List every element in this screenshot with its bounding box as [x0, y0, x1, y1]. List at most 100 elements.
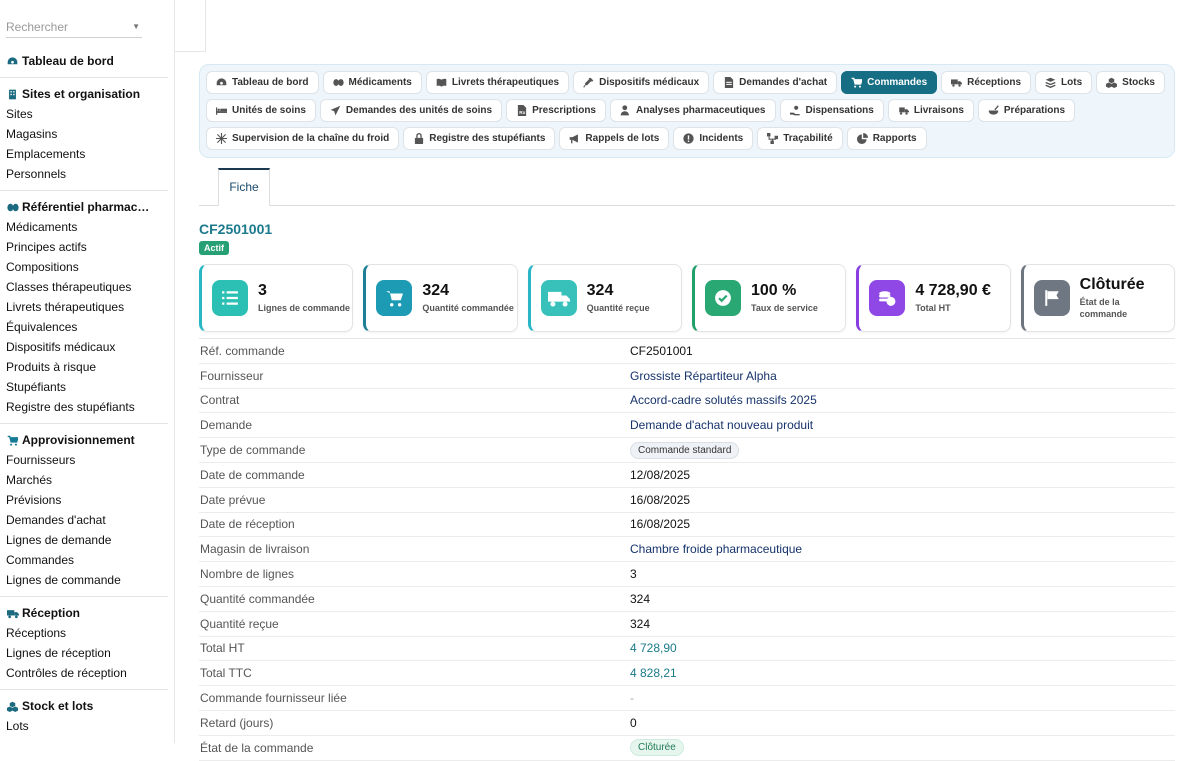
sidebar-item[interactable]: Livrets thérapeutiques	[0, 297, 174, 317]
detail-link[interactable]: Demande d'achat nouveau produit	[630, 418, 813, 432]
nav-pill[interactable]: Médicaments	[322, 71, 422, 94]
nav-pill[interactable]: Demandes d'achat	[713, 71, 838, 94]
sidebar-item[interactable]: Produits à risque	[0, 357, 174, 377]
sidebar-item[interactable]: Compositions	[0, 257, 174, 277]
nav-pill-label: Analyses pharmaceutiques	[636, 105, 766, 116]
nav-pill[interactable]: Commandes	[841, 71, 938, 94]
sidebar-item[interactable]: Médicaments	[0, 217, 174, 237]
sidebar-item[interactable]: Lignes de réception	[0, 643, 174, 663]
sidebar-item[interactable]: Lignes de commande	[0, 570, 174, 590]
sidebar-item[interactable]: Personnels	[0, 164, 174, 184]
file-icon	[723, 77, 734, 88]
sidebar-item[interactable]: Lignes de demande	[0, 530, 174, 550]
syringe-icon	[583, 77, 594, 88]
detail-label: Fournisseur	[200, 368, 264, 383]
detail-value: 324	[630, 591, 651, 606]
nav-pill[interactable]: Tableau de bord	[206, 71, 319, 94]
kpi-text: 4 728,90 € Total HT	[915, 282, 991, 314]
truck-icon	[951, 77, 963, 88]
detail-link[interactable]: Chambre froide pharmaceutique	[630, 542, 802, 556]
sidebar-item[interactable]: Magasins	[0, 124, 174, 144]
detail-value: 16/08/2025	[630, 517, 691, 532]
nav-pill-label: Demandes des unités de soins	[345, 105, 493, 116]
nav-pill[interactable]: Supervision de la chaîne du froid	[206, 127, 400, 150]
chevron-down-icon: ▼	[132, 22, 140, 31]
nav-pill[interactable]: Rapports	[846, 127, 927, 150]
megaphone-icon	[569, 133, 580, 144]
nav-pill[interactable]: Livraisons	[887, 99, 974, 122]
sidebar-divider	[0, 190, 168, 191]
sidebar-item[interactable]: Fournisseurs	[0, 450, 174, 470]
nav-pill[interactable]: Registre des stupéfiants	[403, 127, 556, 150]
cart-icon	[6, 434, 19, 447]
nav-pill[interactable]: Dispositifs médicaux	[573, 71, 710, 94]
kpi-card: 3 Lignes de commande	[199, 264, 354, 332]
sidebar-item[interactable]: Équivalences	[0, 317, 174, 337]
nav-pill[interactable]: Stocks	[1096, 71, 1165, 94]
nav-pill[interactable]: Analyses pharmaceutiques	[610, 99, 776, 122]
nav-pill[interactable]: Lots	[1035, 71, 1093, 94]
sidebar-item[interactable]: Réceptions	[0, 623, 174, 643]
sidebar-section-header[interactable]: Approvisionnement	[0, 430, 174, 450]
nav-pill-label: Livraisons	[913, 105, 964, 116]
kpi-value: Clôturée	[1079, 276, 1145, 293]
detail-label: Quantité reçue	[200, 616, 279, 631]
sidebar-item[interactable]: Demandes d'achat	[0, 510, 174, 530]
detail-row: Commande fournisseur liée -	[199, 686, 1175, 711]
sidebar-section-header[interactable]: Tableau de bord	[0, 51, 174, 71]
kpi-card: Clôturée État de la commande	[1020, 264, 1175, 332]
nav-pill[interactable]: Unités de soins	[206, 99, 316, 122]
sidebar-item[interactable]: Marchés	[0, 470, 174, 490]
sidebar-section-header[interactable]: Stock et lots	[0, 696, 174, 716]
nav-pill-label: Médicaments	[348, 77, 412, 88]
sidebar-item[interactable]: Prévisions	[0, 490, 174, 510]
kpi-text: 3 Lignes de commande	[258, 282, 350, 314]
sidebar-item[interactable]: Classes thérapeutiques	[0, 277, 174, 297]
sidebar-item[interactable]: Emplacements	[0, 144, 174, 164]
sidebar-section-header[interactable]: Réception	[0, 603, 174, 623]
search-select[interactable]: Rechercher ▼	[6, 18, 142, 38]
nav-pill[interactable]: Dispensations	[779, 99, 884, 122]
sidebar-item[interactable]: Contrôles de réception	[0, 663, 174, 683]
cart-icon	[851, 77, 863, 88]
detail-value: 324	[630, 616, 651, 631]
sidebar-section-label: Réception	[22, 606, 81, 620]
detail-label: Réf. commande	[200, 343, 285, 358]
nav-pill[interactable]: Réceptions	[941, 71, 1032, 94]
flag-icon	[1033, 280, 1070, 316]
nav-pill[interactable]: Préparations	[977, 99, 1076, 122]
detail-link[interactable]: Grossiste Répartiteur Alpha	[630, 369, 777, 383]
sidebar-item[interactable]: Dispositifs médicaux	[0, 337, 174, 357]
chart-pie-icon	[856, 133, 868, 144]
nav-pill-label: Rapports	[872, 133, 917, 144]
detail-link[interactable]: Accord-cadre solutés massifs 2025	[630, 393, 817, 407]
nav-pill[interactable]: Incidents	[673, 127, 754, 150]
sidebar-section-header[interactable]: Sites et organisation	[0, 84, 174, 104]
kpi-value: 324	[422, 282, 450, 299]
sidebar-item[interactable]: Principes actifs	[0, 237, 174, 257]
detail-row: Contrat Accord-cadre solutés massifs 2025	[199, 389, 1175, 414]
kpi-value: 324	[586, 282, 614, 299]
nav-pill[interactable]: Demandes des unités de soins	[319, 99, 503, 122]
nav-pill-label: Supervision de la chaîne du froid	[232, 133, 390, 144]
truck-fast-icon	[898, 105, 909, 116]
nav-pill[interactable]: Rappels de lots	[559, 127, 670, 150]
sidebar: Rechercher ▼ Tableau de bord Sites et org…	[0, 0, 175, 743]
nav-pill[interactable]: Livrets thérapeutiques	[425, 71, 570, 94]
sidebar-item[interactable]: Stupéfiants	[0, 377, 174, 397]
tab-fiche[interactable]: Fiche	[218, 168, 270, 206]
detail-label: Contrat	[200, 393, 240, 408]
nav-pill[interactable]: Traçabilité	[757, 127, 843, 150]
sidebar-item[interactable]: Lots	[0, 716, 174, 736]
detail-label: Retard (jours)	[200, 715, 274, 730]
sidebar-section-header[interactable]: Référentiel pharmac…	[0, 197, 174, 217]
detail-row: Date de réception 16/08/2025	[199, 513, 1175, 538]
cart-icon	[376, 280, 413, 316]
sidebar-item[interactable]: Registre des stupéfiants	[0, 397, 174, 417]
detail-row: Total TTC 4 828,21	[199, 661, 1175, 687]
network-icon	[767, 133, 779, 144]
sidebar-item[interactable]: Commandes	[0, 550, 174, 570]
sidebar-item[interactable]: Sites	[0, 104, 174, 124]
detail-label: Date de commande	[200, 467, 305, 482]
nav-pill[interactable]: Rx Prescriptions	[506, 99, 606, 122]
